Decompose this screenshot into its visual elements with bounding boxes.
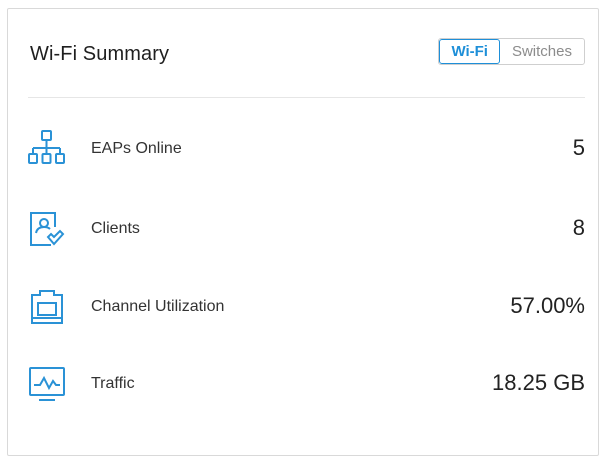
metric-value: 18.25 GB <box>492 370 585 395</box>
metric-label: Traffic <box>91 375 135 392</box>
wifi-switches-toggle: Wi-Fi Switches <box>438 38 585 65</box>
toggle-switches[interactable]: Switches <box>500 39 584 64</box>
card-header: Wi-Fi Summary Wi-Fi Switches <box>28 9 585 98</box>
channel-icon <box>27 287 67 327</box>
traffic-monitor-icon <box>27 364 67 404</box>
network-topology-icon <box>27 129 67 169</box>
metric-channel-utilization: Channel Utilization 57.00% <box>27 287 585 327</box>
metric-label: EAPs Online <box>91 140 182 157</box>
card-title: Wi-Fi Summary <box>30 43 170 65</box>
metric-value: 57.00% <box>510 293 585 318</box>
metric-value: 5 <box>572 135 585 160</box>
toggle-wifi[interactable]: Wi-Fi <box>439 39 500 64</box>
metric-clients: Clients 8 <box>27 209 585 249</box>
metric-value: 8 <box>572 215 585 240</box>
metric-label: Channel Utilization <box>91 298 225 315</box>
wifi-summary-card: Wi-Fi Summary Wi-Fi Switches EAPs Online… <box>7 8 599 456</box>
metric-eaps-online: EAPs Online 5 <box>27 129 585 169</box>
client-device-icon <box>27 209 67 249</box>
metric-traffic: Traffic 18.25 GB <box>27 364 585 404</box>
metric-label: Clients <box>91 220 140 237</box>
